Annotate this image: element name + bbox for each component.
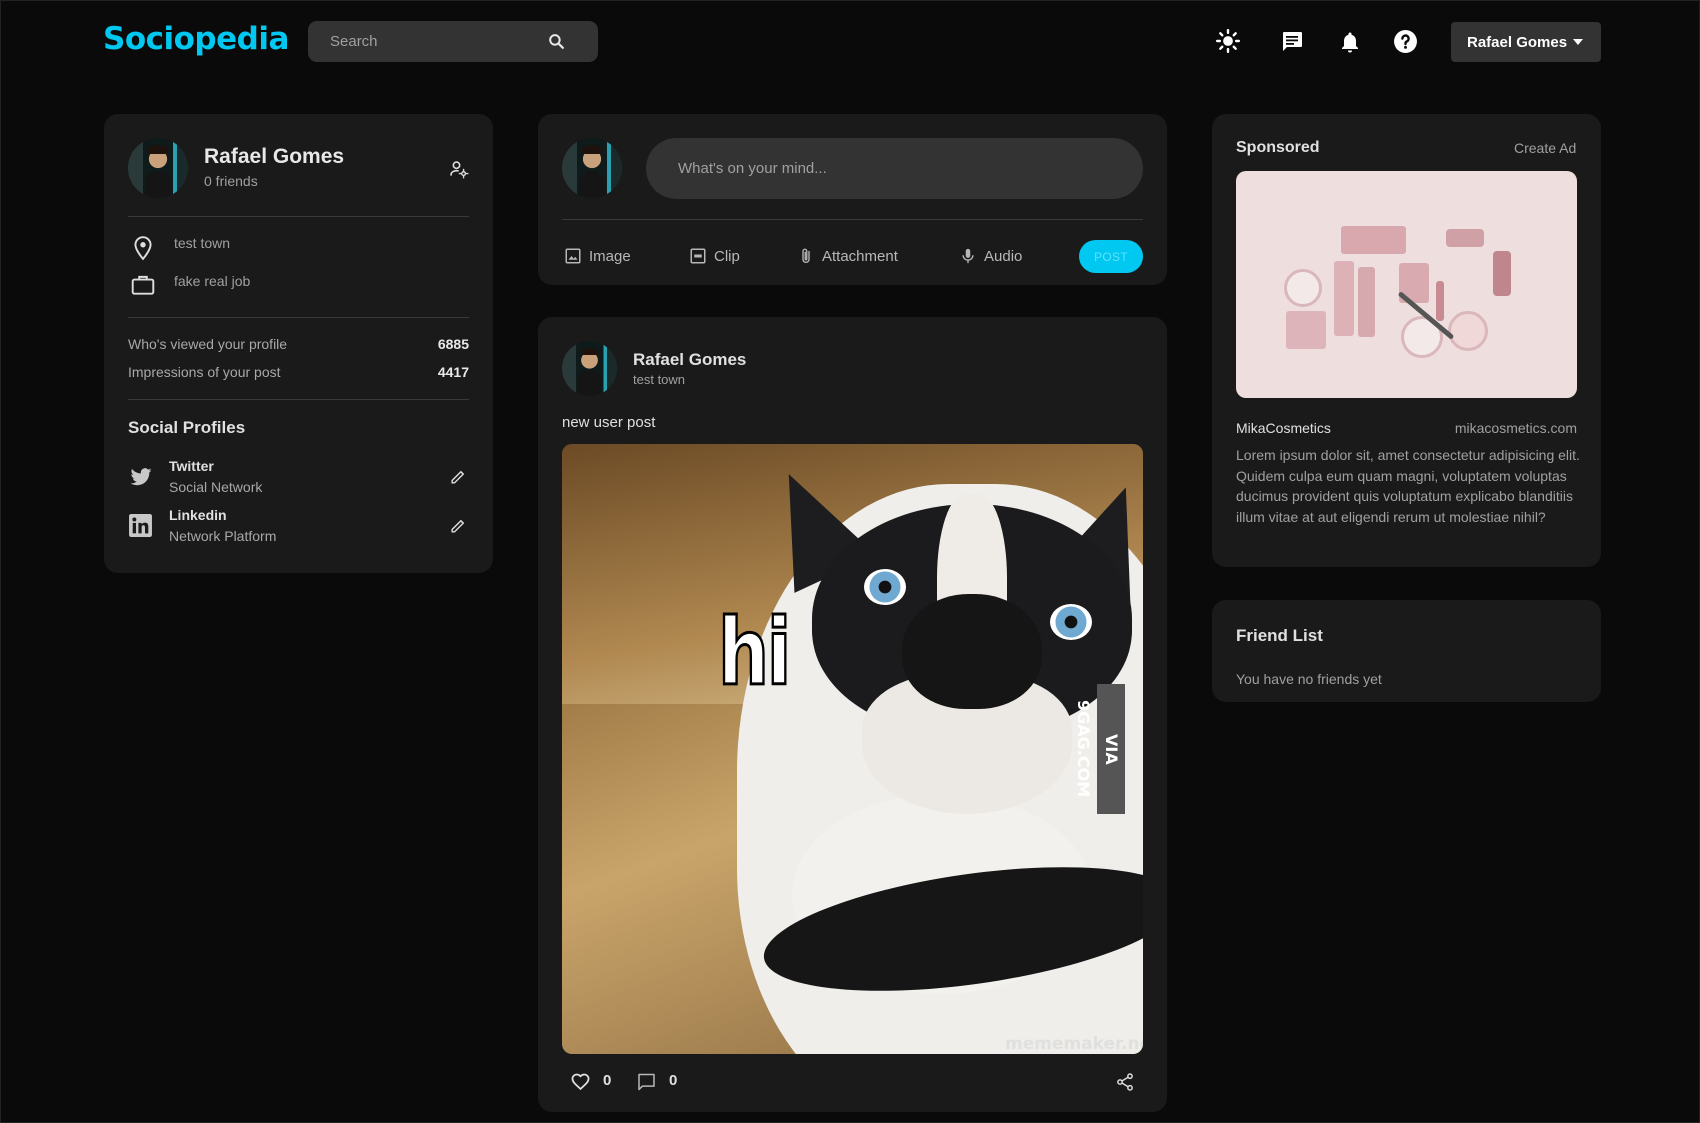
light-mode-icon[interactable]: [1215, 28, 1241, 54]
image-dog-eye: [864, 569, 906, 605]
ad-product: [1341, 226, 1406, 254]
share-icon[interactable]: [1115, 1072, 1135, 1092]
search-input[interactable]: [330, 21, 550, 62]
help-icon[interactable]: [1393, 29, 1418, 54]
post-author-avatar[interactable]: [562, 341, 617, 396]
image-dog-nose: [902, 594, 1042, 709]
meme-caption: hi: [717, 598, 793, 708]
ad-product: [1493, 251, 1511, 296]
app-logo[interactable]: Sociopedia: [103, 21, 289, 57]
image-dog-eye: [1050, 604, 1092, 640]
comment-icon[interactable]: [636, 1072, 657, 1092]
post-text: new user post: [562, 414, 656, 431]
post-input[interactable]: [646, 138, 1143, 199]
user-menu-label: Rafael Gomes: [1467, 33, 1568, 51]
sponsored-title: Sponsored: [1236, 139, 1320, 156]
ad-image[interactable]: [1236, 171, 1577, 398]
divider: [128, 317, 469, 318]
attachment-tool-button[interactable]: Attachment: [797, 245, 898, 267]
post-button[interactable]: POST: [1079, 240, 1143, 273]
impressions-value: 4417: [437, 364, 469, 380]
edit-icon[interactable]: [449, 467, 468, 486]
image-tool-label: Image: [589, 247, 631, 265]
message-icon[interactable]: [1280, 29, 1304, 53]
ad-description: Lorem ipsum dolor sit, amet consectetur …: [1236, 447, 1580, 525]
ad-brand: MikaCosmetics: [1236, 420, 1331, 436]
user-menu-select[interactable]: Rafael Gomes: [1451, 22, 1601, 62]
attachment-icon: [802, 248, 810, 263]
audio-tool-button[interactable]: Audio: [959, 245, 1022, 267]
post-author-name[interactable]: Rafael Gomes: [633, 350, 746, 370]
notifications-icon[interactable]: [1338, 29, 1362, 55]
linkedin-icon: [129, 514, 152, 537]
profile-views-label: Who's viewed your profile: [128, 336, 288, 352]
audio-tool-label: Audio: [984, 247, 1023, 265]
location-icon: [134, 236, 152, 261]
friend-list-title: Friend List: [1236, 626, 1323, 645]
user-name[interactable]: Rafael Gomes: [204, 145, 344, 169]
twitter-sub: Social Network: [169, 479, 263, 495]
profile-views-value: 6885: [437, 336, 469, 352]
post-author-location: test town: [633, 372, 686, 387]
divider: [128, 216, 469, 217]
image-tool-button[interactable]: Image: [564, 245, 631, 267]
like-icon[interactable]: [570, 1071, 591, 1092]
ad-product: [1334, 261, 1354, 336]
work-icon: [131, 275, 155, 295]
impressions-label: Impressions of your post: [128, 364, 281, 380]
linkedin-sub: Network Platform: [169, 528, 277, 544]
navbar: Sociopedia Rafael Gomes: [1, 1, 1700, 83]
user-occupation: fake real job: [174, 273, 251, 289]
ad-product: [1448, 311, 1488, 351]
like-count: 0: [603, 1072, 612, 1089]
post-image[interactable]: hi VIA 9GAG.COM mememaker.ne: [562, 444, 1143, 1054]
clip-tool-label: Clip: [714, 247, 740, 265]
9gag-watermark: VIA 9GAG.COM: [1074, 684, 1125, 814]
user-avatar[interactable]: [128, 138, 188, 198]
search-box: [308, 21, 598, 62]
manage-account-icon[interactable]: [449, 159, 469, 179]
clip-tool-button[interactable]: Clip: [689, 245, 740, 267]
social-profiles-title: Social Profiles: [128, 418, 246, 437]
create-ad-link[interactable]: Create Ad: [1514, 140, 1576, 156]
edit-icon[interactable]: [449, 516, 468, 535]
twitter-name: Twitter: [169, 458, 214, 474]
attachment-tool-label: Attachment: [822, 247, 898, 265]
microphone-icon: [962, 248, 974, 264]
user-location: test town: [174, 235, 231, 251]
ad-product: [1284, 269, 1322, 307]
image-icon: [565, 248, 581, 264]
twitter-icon: [130, 468, 152, 486]
ad-product: [1446, 229, 1484, 247]
ad-product: [1286, 311, 1326, 349]
divider: [562, 219, 1143, 220]
comment-count: 0: [669, 1072, 678, 1089]
chevron-down-icon: [1573, 39, 1583, 45]
ad-url[interactable]: mikacosmetics.com: [1451, 420, 1577, 436]
divider: [128, 399, 469, 400]
friend-list-empty: You have no friends yet: [1236, 671, 1382, 687]
ad-product: [1436, 281, 1444, 321]
user-avatar: [562, 138, 622, 198]
friends-count: 0 friends: [204, 173, 258, 189]
linkedin-name: Linkedin: [169, 507, 227, 523]
ad-product: [1358, 267, 1375, 337]
gif-box-icon: [690, 248, 706, 264]
search-icon[interactable]: [547, 32, 566, 51]
mememaker-watermark: mememaker.ne: [1005, 1034, 1143, 1054]
